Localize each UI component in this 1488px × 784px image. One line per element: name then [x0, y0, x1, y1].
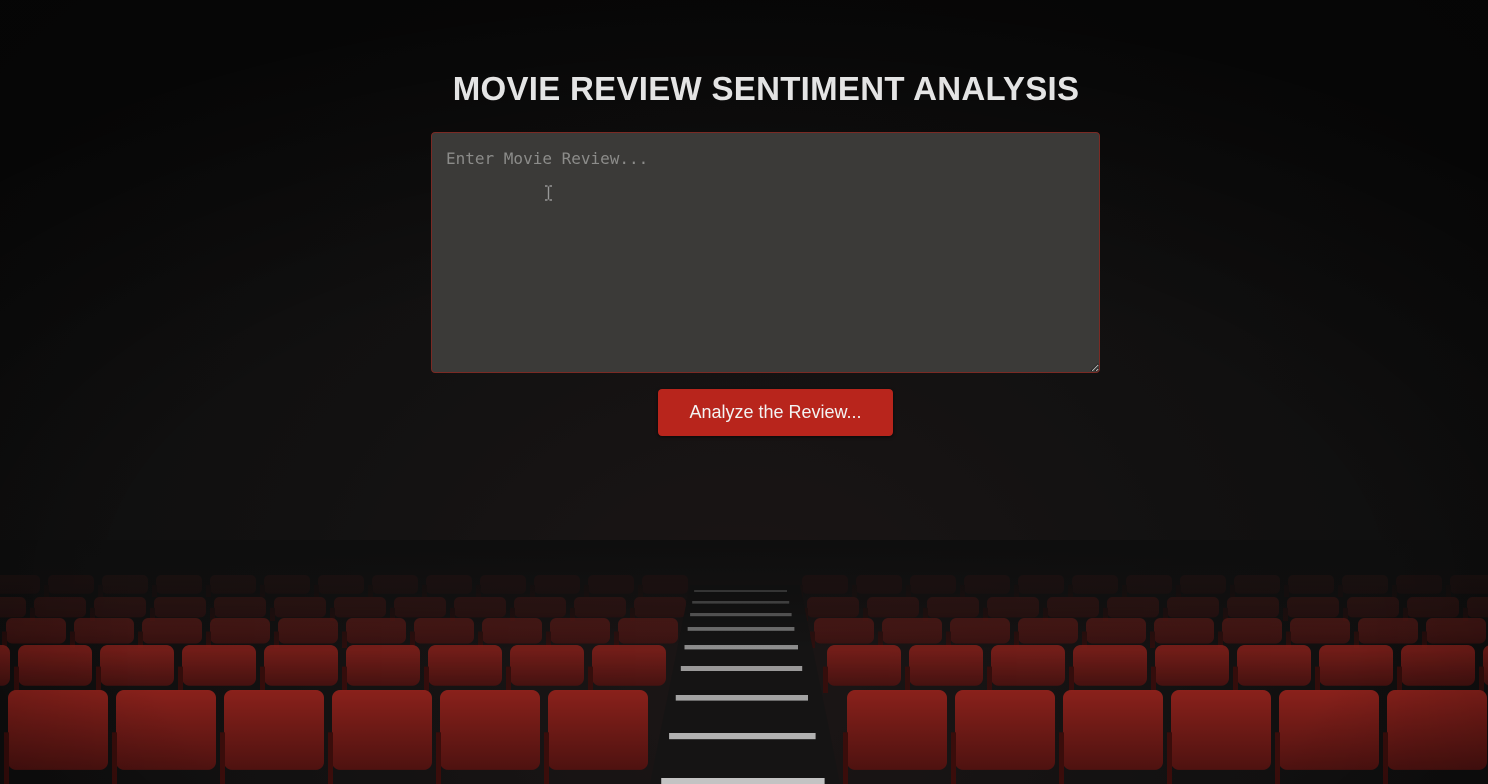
page-root: MOVIE REVIEW SENTIMENT ANALYSIS Analyze …: [0, 0, 1488, 784]
text-cursor-icon: [545, 185, 552, 201]
movie-review-input[interactable]: [431, 132, 1100, 373]
page-title: MOVIE REVIEW SENTIMENT ANALYSIS: [452, 70, 1080, 107]
analyze-review-button[interactable]: Analyze the Review...: [658, 389, 893, 436]
